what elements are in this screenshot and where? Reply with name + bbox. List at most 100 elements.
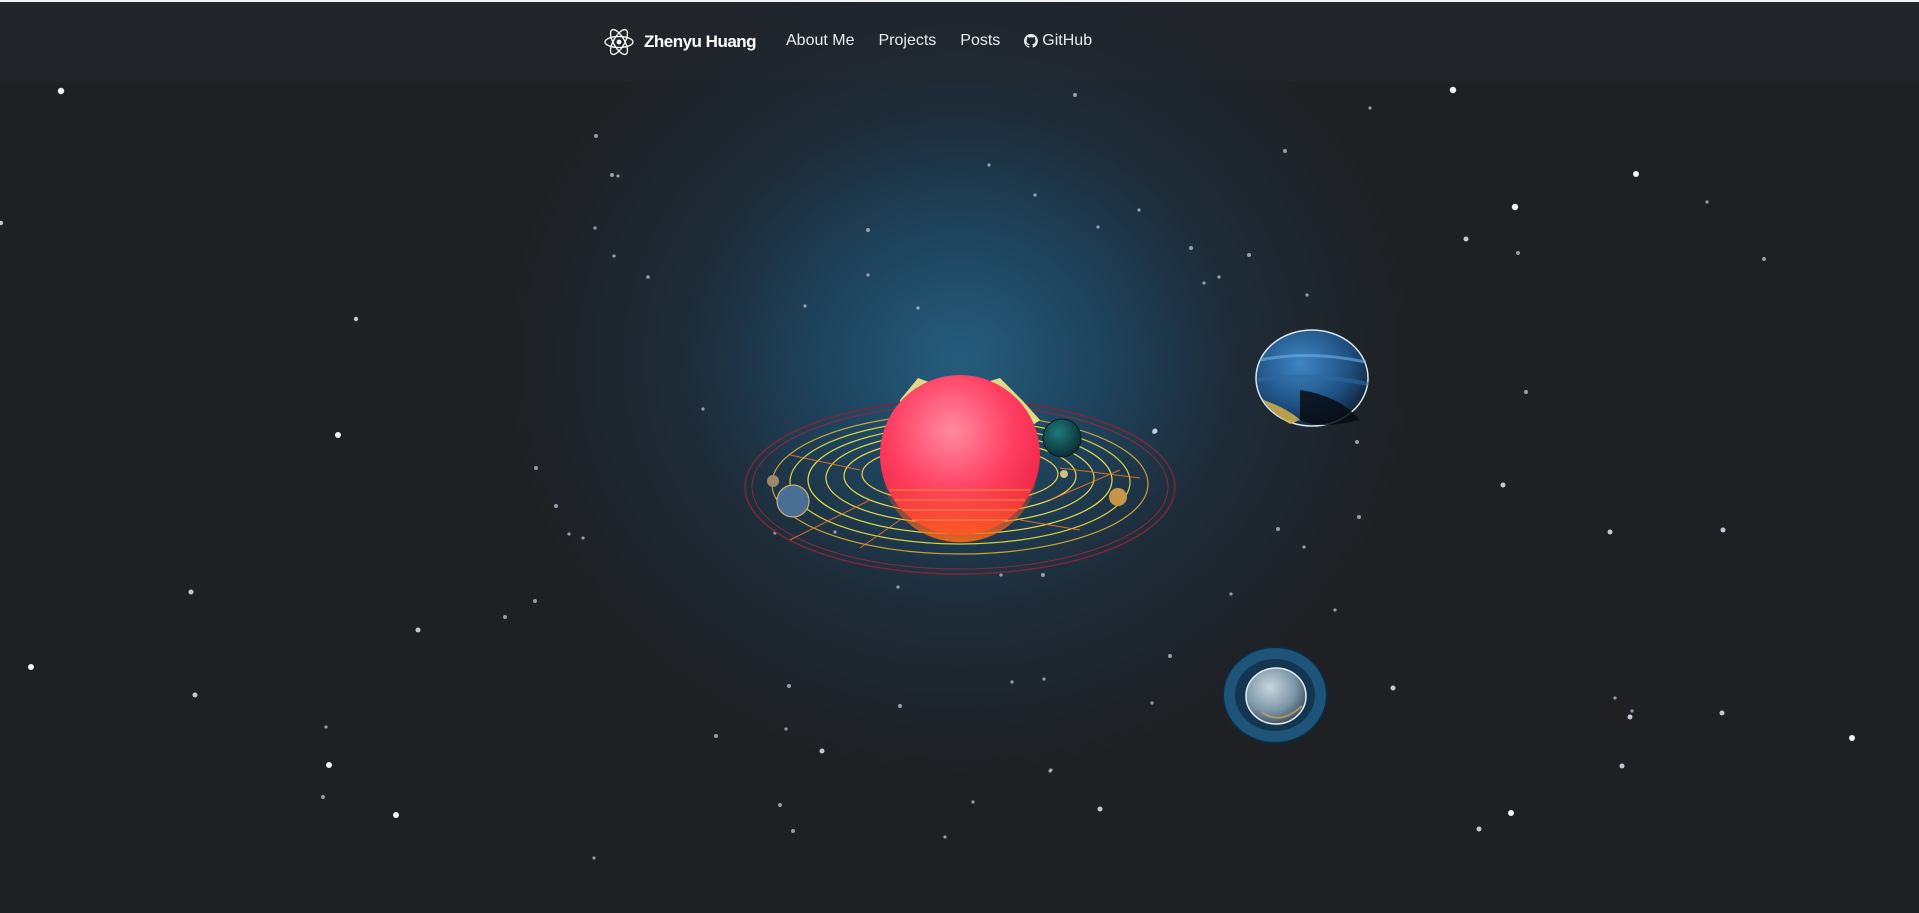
star [554,504,558,508]
page: Zhenyu Huang About Me Projects Posts Git… [0,0,1919,913]
star [1150,701,1154,705]
star [393,812,399,818]
star [1368,106,1372,110]
nav-links: About Me Projects Posts GitHub [786,32,1116,50]
star [898,704,902,708]
star [784,727,788,731]
star [567,532,571,536]
nav-github-label: GitHub [1042,32,1093,49]
star [1041,573,1045,577]
star [594,134,598,138]
star [581,536,585,540]
star [1500,482,1506,488]
star [1390,685,1396,691]
star [1508,810,1514,816]
star [1333,608,1337,612]
star [1516,251,1520,255]
star [896,585,900,589]
star [1449,86,1457,94]
star [0,220,4,226]
star [1619,763,1625,769]
star [833,530,837,534]
star [1189,246,1193,250]
ringed-planet[interactable] [1222,646,1328,744]
star [916,306,920,310]
star [28,664,34,670]
star [714,734,718,738]
star [787,684,791,688]
star [1720,527,1726,533]
nav-projects[interactable]: Projects [878,32,936,50]
star [326,762,332,768]
star [987,163,991,167]
star [1627,714,1633,720]
star [646,275,650,279]
star [1217,275,1221,279]
star [1607,529,1613,535]
nav-projects-label: Projects [878,32,937,49]
star [1302,545,1306,549]
star [971,800,975,804]
star [1168,654,1172,658]
star [1152,428,1158,434]
star [1305,293,1309,297]
star [701,407,705,411]
nav-posts[interactable]: Posts [960,32,1000,50]
star [778,803,782,807]
star [321,795,325,799]
star [616,174,620,178]
star [593,226,597,230]
star [503,615,507,619]
star [1202,281,1206,285]
top-navbar: Zhenyu Huang About Me Projects Posts Git… [0,0,1919,82]
star [533,599,537,603]
nav-about-me[interactable]: About Me [786,32,854,50]
star [866,228,870,232]
star [1033,193,1037,197]
star [819,748,825,754]
nav-github[interactable]: GitHub [1024,32,1092,50]
star [1849,735,1855,741]
star [57,87,65,95]
nav-posts-label: Posts [960,32,1001,49]
star [1355,440,1359,444]
star [1762,257,1766,261]
atom-icon [604,28,634,56]
star [1137,208,1141,212]
star [1630,709,1634,713]
star [1511,203,1519,211]
star [192,692,198,698]
star [1283,149,1287,153]
star [999,573,1003,577]
star [612,254,616,258]
star [1097,806,1103,812]
star [1073,93,1077,97]
nav-about-me-label: About Me [786,32,855,49]
brand-name: Zhenyu Huang [644,32,757,51]
star [324,725,328,729]
star [1476,826,1482,832]
star [1705,200,1709,204]
star [1463,236,1469,242]
star [866,273,870,277]
solar-system-scene[interactable] [0,0,1919,913]
star [610,173,614,177]
star [1247,253,1251,257]
star [1613,696,1617,700]
star [1524,390,1528,394]
star [1010,680,1014,684]
brand-link[interactable]: Zhenyu Huang [602,24,757,60]
star [1633,171,1639,177]
star [943,835,947,839]
star [534,466,538,470]
star [188,589,194,595]
star [1042,677,1046,681]
star [1719,710,1725,716]
star [1357,515,1361,519]
star [1096,225,1100,229]
star [415,627,421,633]
sun[interactable] [880,375,1040,543]
star [803,304,807,308]
star [791,829,795,833]
blue-gas-planet[interactable] [1255,329,1369,427]
